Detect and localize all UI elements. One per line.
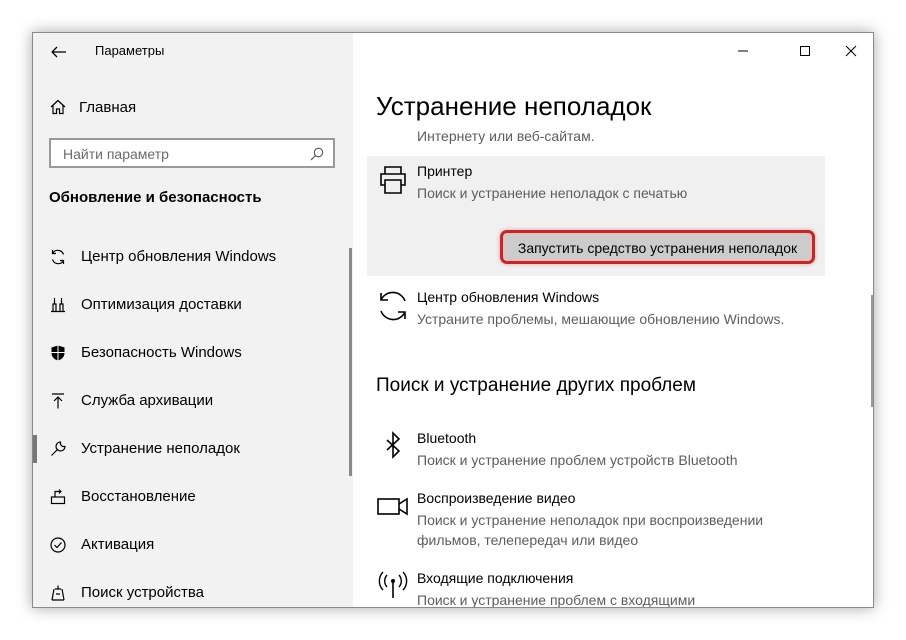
shield-icon bbox=[51, 345, 65, 361]
printer-icon bbox=[380, 166, 406, 194]
troubleshooter-incoming-connections[interactable]: Входящие подключения Поиск и устранение … bbox=[376, 570, 836, 608]
video-camera-icon bbox=[377, 497, 408, 516]
backup-icon bbox=[52, 393, 64, 409]
troubleshooter-desc-line: фильмов, телепередач или видео bbox=[417, 532, 639, 548]
sync-icon bbox=[380, 291, 406, 321]
back-button[interactable] bbox=[47, 41, 71, 63]
settings-window: Параметры Главная Обновление и безопасно… bbox=[32, 32, 874, 608]
troubleshooter-desc: Поиск и устранение проблем устройств Blu… bbox=[417, 452, 738, 468]
troubleshooter-title: Центр обновления Windows bbox=[417, 289, 600, 305]
search-icon bbox=[310, 147, 324, 161]
find-device-icon bbox=[51, 585, 65, 601]
main-content: Устранение неполадок Интернету или веб-с… bbox=[353, 33, 873, 607]
search-input[interactable] bbox=[61, 144, 305, 164]
sidebar-item-label: Устранение неполадок bbox=[81, 440, 240, 457]
troubleshooter-video-playback[interactable]: Воспроизведение видео Поиск и устранение… bbox=[376, 490, 836, 550]
sidebar-item-label: Поиск устройства bbox=[81, 584, 205, 601]
sidebar-item-windows-update[interactable]: Центр обновления Windows bbox=[33, 233, 353, 281]
troubleshooter-title: Входящие подключения bbox=[417, 570, 574, 586]
partial-description: Интернету или веб-сайтам. bbox=[417, 128, 595, 144]
sync-icon bbox=[51, 249, 65, 265]
section-subtitle: Поиск и устранение других проблем bbox=[376, 375, 696, 396]
bluetooth-icon bbox=[386, 431, 401, 459]
run-troubleshooter-label: Запустить средство устранения неполадок bbox=[517, 240, 798, 256]
sidebar-item-label: Восстановление bbox=[81, 488, 196, 505]
app-title: Параметры bbox=[95, 43, 165, 58]
back-arrow-icon bbox=[51, 46, 66, 58]
home-icon bbox=[50, 99, 66, 115]
sidebar-item-label: Безопасность Windows bbox=[81, 344, 242, 361]
troubleshooter-title: Bluetooth bbox=[417, 430, 477, 446]
antenna-icon bbox=[378, 571, 408, 598]
run-troubleshooter-button[interactable]: Запустить средство устранения неполадок bbox=[500, 230, 815, 264]
close-icon bbox=[845, 45, 857, 57]
troubleshooter-printer[interactable]: Принтер Поиск и устранение неполадок с п… bbox=[376, 163, 816, 223]
sidebar-item-delivery-optimization[interactable]: Оптимизация доставки bbox=[33, 281, 353, 329]
sidebar-item-label: Оптимизация доставки bbox=[81, 296, 242, 313]
troubleshooter-desc: Поиск и устранение проблем с входящими bbox=[417, 592, 696, 608]
troubleshooter-desc: Поиск и устранение неполадок с печатью bbox=[417, 185, 688, 201]
sidebar-item-windows-security[interactable]: Безопасность Windows bbox=[33, 329, 353, 377]
troubleshooter-windows-update[interactable]: Центр обновления Windows Устраните пробл… bbox=[376, 289, 836, 335]
maximize-icon bbox=[800, 46, 810, 56]
troubleshooter-desc: Устраните проблемы, мешающие обновлению … bbox=[417, 311, 785, 327]
section-title: Обновление и безопасность bbox=[49, 189, 262, 206]
wrench-icon bbox=[51, 441, 66, 456]
sidebar: Параметры Главная Обновление и безопасно… bbox=[33, 33, 353, 607]
troubleshooter-desc-line: Поиск и устранение неполадок при воспрои… bbox=[417, 512, 764, 528]
troubleshooter-desc: Поиск и устранение неполадок при воспрои… bbox=[417, 510, 763, 550]
sidebar-item-find-device[interactable]: Поиск устройства bbox=[33, 569, 353, 607]
sidebar-item-label: Центр обновления Windows bbox=[81, 248, 277, 265]
home-label: Главная bbox=[79, 98, 137, 116]
sidebar-item-recovery[interactable]: Восстановление bbox=[33, 473, 353, 521]
search-box[interactable] bbox=[49, 138, 335, 168]
sidebar-item-label: Активация bbox=[81, 536, 155, 553]
minimize-button[interactable] bbox=[731, 41, 755, 61]
sidebar-home[interactable]: Главная bbox=[49, 95, 136, 119]
troubleshooter-bluetooth[interactable]: Bluetooth Поиск и устранение проблем уст… bbox=[376, 430, 836, 476]
recovery-icon bbox=[50, 489, 66, 505]
troubleshooter-printer-card[interactable]: Принтер Поиск и устранение неполадок с п… bbox=[367, 156, 825, 276]
main-scrollbar[interactable] bbox=[871, 295, 873, 407]
sidebar-item-backup[interactable]: Служба архивации bbox=[33, 377, 353, 425]
maximize-button[interactable] bbox=[793, 41, 817, 61]
troubleshooter-title: Принтер bbox=[417, 163, 473, 179]
sidebar-item-activation[interactable]: Активация bbox=[33, 521, 353, 569]
minimize-icon bbox=[738, 50, 748, 52]
sidebar-item-troubleshoot[interactable]: Устранение неполадок bbox=[33, 425, 353, 473]
delivery-icon bbox=[51, 298, 65, 313]
troubleshooter-title: Воспроизведение видео bbox=[417, 490, 576, 506]
sidebar-item-label: Служба архивации bbox=[81, 392, 214, 409]
page-title: Устранение неполадок bbox=[376, 91, 652, 121]
activation-icon bbox=[50, 537, 66, 553]
sidebar-scrollbar[interactable] bbox=[349, 248, 352, 476]
sidebar-nav: Центр обновления Windows Оптимизация дос… bbox=[33, 233, 353, 607]
close-button[interactable] bbox=[839, 41, 863, 61]
